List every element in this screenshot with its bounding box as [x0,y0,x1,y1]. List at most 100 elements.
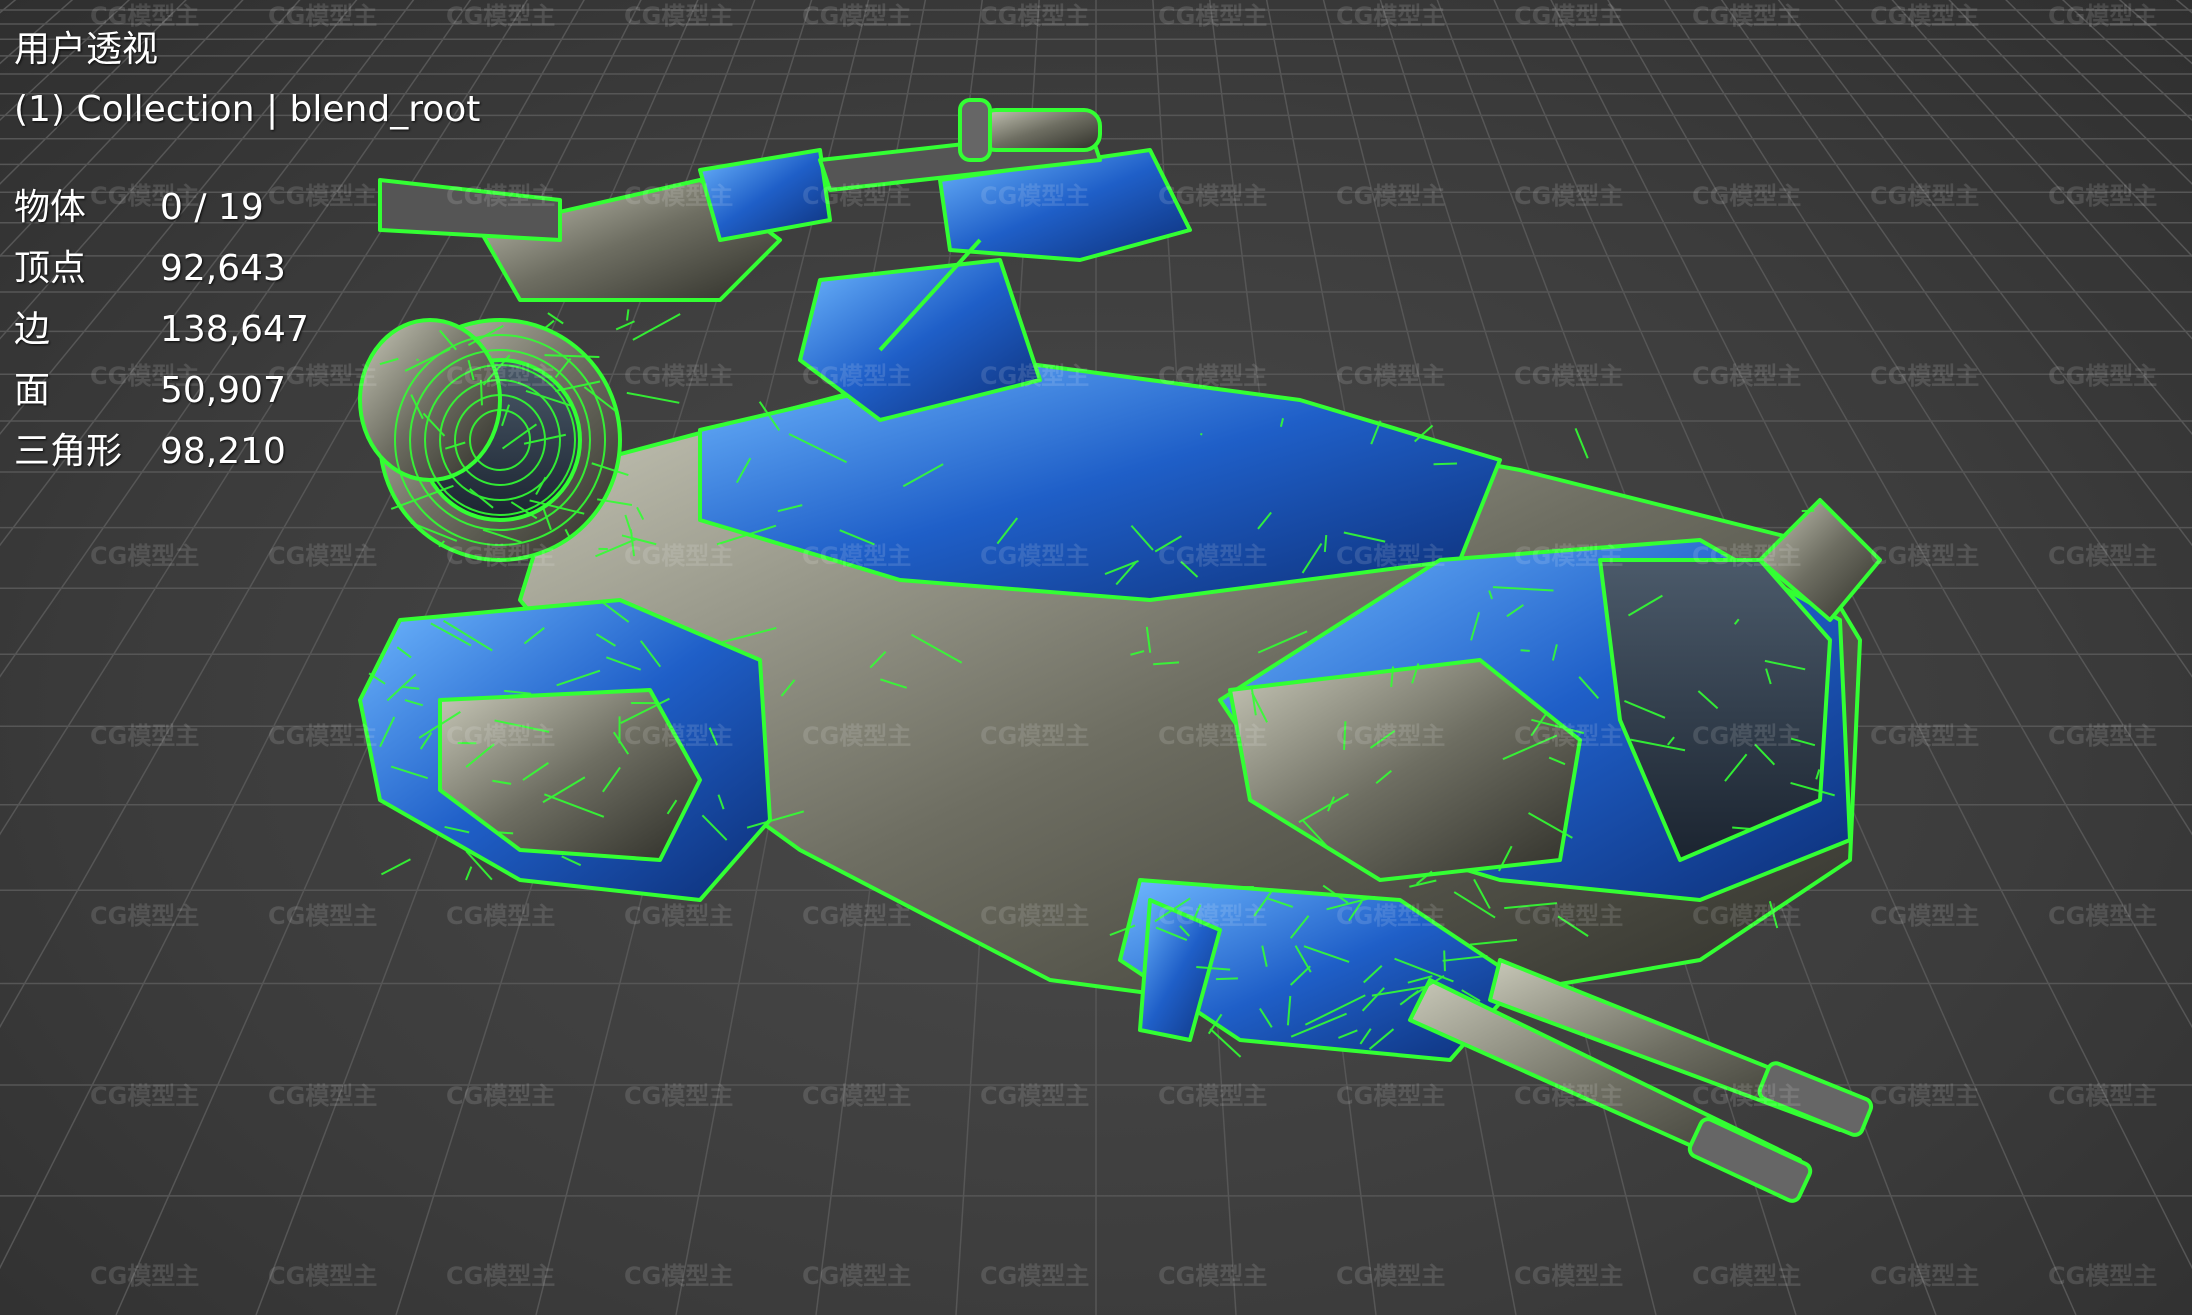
watermark-text: CG模型主 [980,542,1089,570]
watermark-text: CG模型主 [2048,902,2157,930]
watermark-text: CG模型主 [1870,542,1979,570]
watermark-text: CG模型主 [2048,542,2157,570]
watermark-text: CG模型主 [1514,722,1623,750]
watermark-text: CG模型主 [1692,542,1801,570]
watermark-text: CG模型主 [980,1262,1089,1290]
watermark-text: CG模型主 [1336,722,1445,750]
watermark-text: CG模型主 [90,902,199,930]
watermark-text: CG模型主 [802,182,911,210]
watermark-text: CG模型主 [624,902,733,930]
watermark-text: CG模型主 [624,1262,733,1290]
watermark-text: CG模型主 [446,542,555,570]
watermark-text: CG模型主 [624,1082,733,1110]
watermark-text: CG模型主 [802,722,911,750]
watermark-text: CG模型主 [980,362,1089,390]
watermark-text: CG模型主 [624,722,733,750]
watermark-text: CG模型主 [1514,902,1623,930]
watermark-text: CG模型主 [980,722,1089,750]
watermark-text: CG模型主 [1336,1262,1445,1290]
watermark-layer: CG模型主 CG模型主 CG模型主 CG模型主 CG模型主 CG模型主 CG模型主 CG模型主… [90,2,2157,1290]
watermark-text: CG模型主 [802,542,911,570]
watermark-text: CG模型主 [268,1082,377,1110]
stat-triangles-label: 三角形 [14,431,123,472]
watermark-text: CG模型主 [1158,902,1267,930]
watermark-text: CG模型主 [90,722,199,750]
watermark-text: CG模型主 [1514,2,1623,30]
3d-viewport[interactable]: CG模型主 CG模型主 CG模型主 CG模型主 CG模型主 CG模型主 CG模型主 CG模型主… [0,0,2192,1315]
watermark-text: CG模型主 [90,1262,199,1290]
watermark-text: CG模型主 [1336,362,1445,390]
watermark-text: CG模型主 [1870,1262,1979,1290]
watermark-text: CG模型主 [1158,362,1267,390]
watermark-text: CG模型主 [1158,542,1267,570]
watermark-text: CG模型主 [1870,182,1979,210]
watermark-text: CG模型主 [2048,722,2157,750]
stat-faces-label: 面 [14,370,51,411]
view-name-label: 用户透视 [14,29,159,70]
watermark-text: CG模型主 [624,2,733,30]
watermark-text: CG模型主 [90,2,199,30]
watermark-text: CG模型主 [90,542,199,570]
watermark-text: CG模型主 [1692,1082,1801,1110]
watermark-text: CG模型主 [2048,1082,2157,1110]
watermark-text: CG模型主 [802,902,911,930]
stat-faces-value: 50,907 [160,370,286,411]
watermark-text: CG模型主 [1692,182,1801,210]
watermark-text: CG模型主 [1692,2,1801,30]
watermark-text: CG模型主 [1514,1262,1623,1290]
watermark-text: CG模型主 [624,182,733,210]
watermark-text: CG模型主 [980,182,1089,210]
watermark-text: CG模型主 [2048,362,2157,390]
watermark-text: CG模型主 [446,2,555,30]
watermark-text: CG模型主 [446,1082,555,1110]
watermark-text: CG模型主 [1158,1082,1267,1110]
watermark-text: CG模型主 [268,722,377,750]
watermark-text: CG模型主 [624,362,733,390]
watermark-text: CG模型主 [446,902,555,930]
watermark-text: CG模型主 [1336,902,1445,930]
watermark-text: CG模型主 [2048,2,2157,30]
watermark-text: CG模型主 [1692,362,1801,390]
watermark-text: CG模型主 [1158,1262,1267,1290]
stat-vertices-value: 92,643 [160,248,286,289]
watermark-text: CG模型主 [1336,1082,1445,1110]
watermark-text: CG模型主 [1692,902,1801,930]
stat-edges-value: 138,647 [160,309,309,350]
watermark-text: CG模型主 [268,182,377,210]
watermark-text: CG模型主 [1336,542,1445,570]
stat-edges-label: 边 [14,309,51,350]
watermark-text: CG模型主 [446,722,555,750]
watermark-text: CG模型主 [980,902,1089,930]
watermark-text: CG模型主 [802,362,911,390]
watermark-text: CG模型主 [90,1082,199,1110]
stat-objects-value: 0 / 19 [160,187,264,228]
watermark-text: CG模型主 [980,2,1089,30]
watermark-text: CG模型主 [446,362,555,390]
watermark-text: CG模型主 [1692,722,1801,750]
watermark-text: CG模型主 [802,2,911,30]
watermark-text: CG模型主 [1158,722,1267,750]
watermark-text: CG模型主 [1870,1082,1979,1110]
collection-label: (1) Collection | blend_root [14,89,481,130]
watermark-text: CG模型主 [1870,722,1979,750]
watermark-text: CG模型主 [1514,542,1623,570]
watermark-text: CG模型主 [1336,2,1445,30]
watermark-text: CG模型主 [802,1082,911,1110]
watermark-text: CG模型主 [268,1262,377,1290]
watermark-text: CG模型主 [1514,362,1623,390]
watermark-text: CG模型主 [1870,2,1979,30]
watermark-text: CG模型主 [1336,182,1445,210]
watermark-text: CG模型主 [268,542,377,570]
watermark-text: CG模型主 [1692,1262,1801,1290]
watermark-text: CG模型主 [1158,2,1267,30]
watermark-text: CG模型主 [802,1262,911,1290]
watermark-text: CG模型主 [2048,1262,2157,1290]
watermark-text: CG模型主 [268,902,377,930]
watermark-text: CG模型主 [268,2,377,30]
watermark-text: CG模型主 [446,182,555,210]
watermark-text: CG模型主 [1158,182,1267,210]
stat-objects-label: 物体 [14,187,87,228]
watermark-text: CG模型主 [1514,1082,1623,1110]
watermark-text: CG模型主 [1870,902,1979,930]
watermark-text: CG模型主 [1870,362,1979,390]
